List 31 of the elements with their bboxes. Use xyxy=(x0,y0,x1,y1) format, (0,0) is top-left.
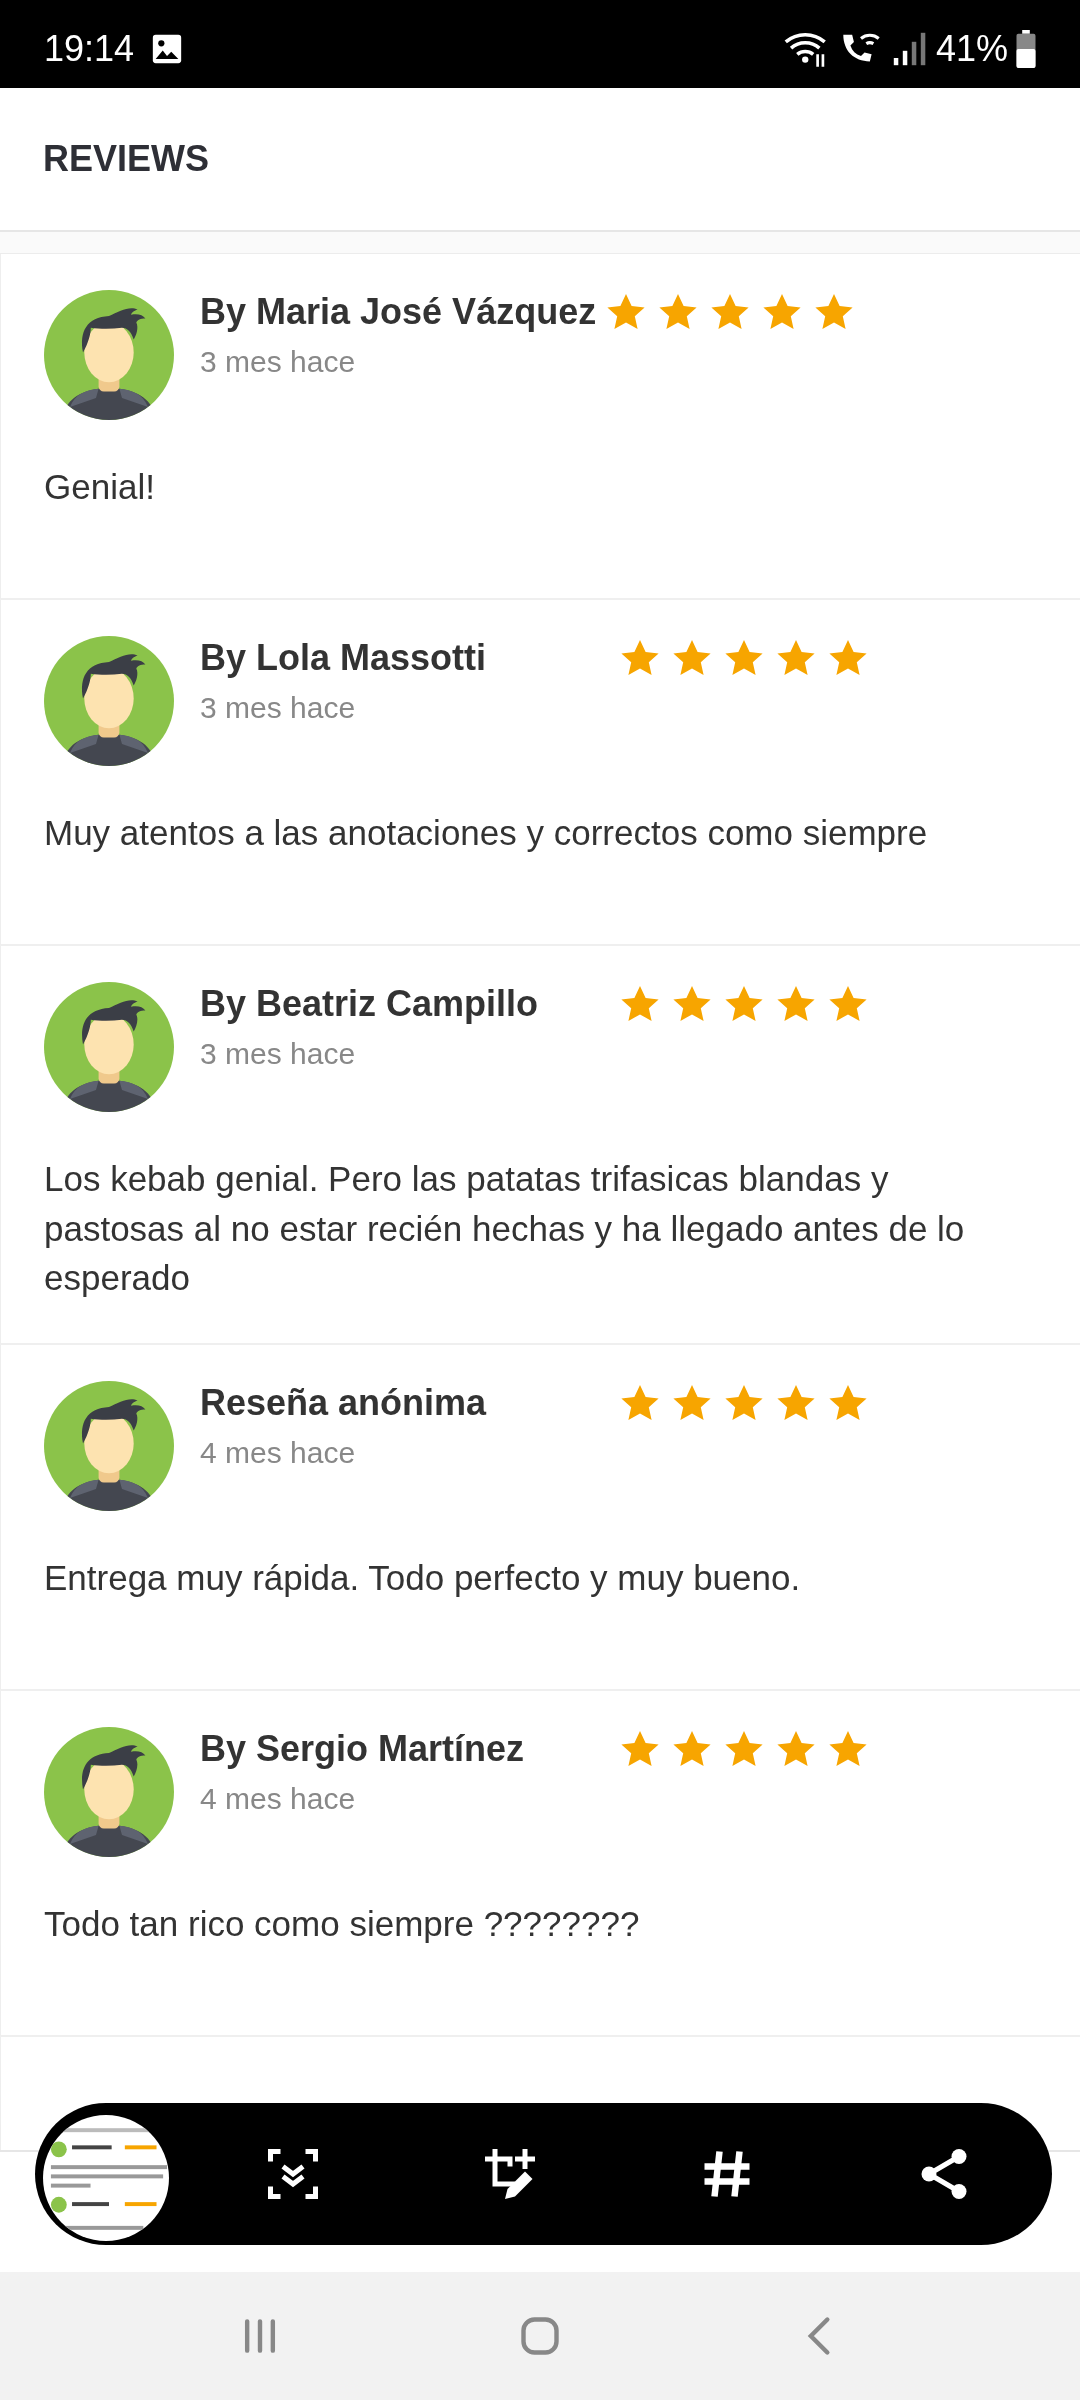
star-icon xyxy=(620,638,660,678)
star-icon xyxy=(724,638,764,678)
review-text: Genial! xyxy=(44,466,156,508)
star-icon xyxy=(828,638,868,678)
star-icon xyxy=(710,292,751,332)
reviewer-name: Reseña anónima xyxy=(200,1381,488,1425)
page-title: REVIEWS xyxy=(43,137,210,181)
review-text: Muy atentos a las anotaciones y correctos como siempre xyxy=(44,812,929,854)
battery-icon xyxy=(1016,30,1036,68)
star-icon xyxy=(672,638,712,678)
review-time: 3 mes hace xyxy=(200,1036,357,1073)
review-text: Los kebab genial. Pero las patatas trifasicas blandas y pastosas al no estar recién hechas y ha llegado antes de lo esperado xyxy=(44,1158,966,1300)
star-icon xyxy=(814,292,855,332)
clock: 19:14 xyxy=(44,27,135,71)
reviewer-name: By Sergio Martínez xyxy=(200,1727,526,1771)
star-icon xyxy=(776,638,816,678)
home-icon[interactable] xyxy=(518,2314,562,2358)
review-time: 3 mes hace xyxy=(200,344,357,381)
star-icon xyxy=(606,292,647,332)
review-time: 4 mes hace xyxy=(200,1435,357,1472)
reviewer-name: By Beatriz Campillo xyxy=(200,982,540,1026)
battery-percentage: 41% xyxy=(935,27,1008,71)
reviewer-name: By Lola Massotti xyxy=(200,636,488,680)
star-icon xyxy=(762,292,803,332)
review-time: 3 mes hace xyxy=(200,690,357,727)
review-time: 4 mes hace xyxy=(200,1781,357,1818)
review-text: Entrega muy rápida. Todo perfecto y muy bueno. xyxy=(44,1557,802,1600)
signal-icon xyxy=(891,31,928,67)
reviewer-name: By Maria José Vázquez xyxy=(200,290,597,334)
star-icon xyxy=(658,292,699,332)
review-text: Todo tan rico como siempre ???????? xyxy=(44,1903,641,1946)
